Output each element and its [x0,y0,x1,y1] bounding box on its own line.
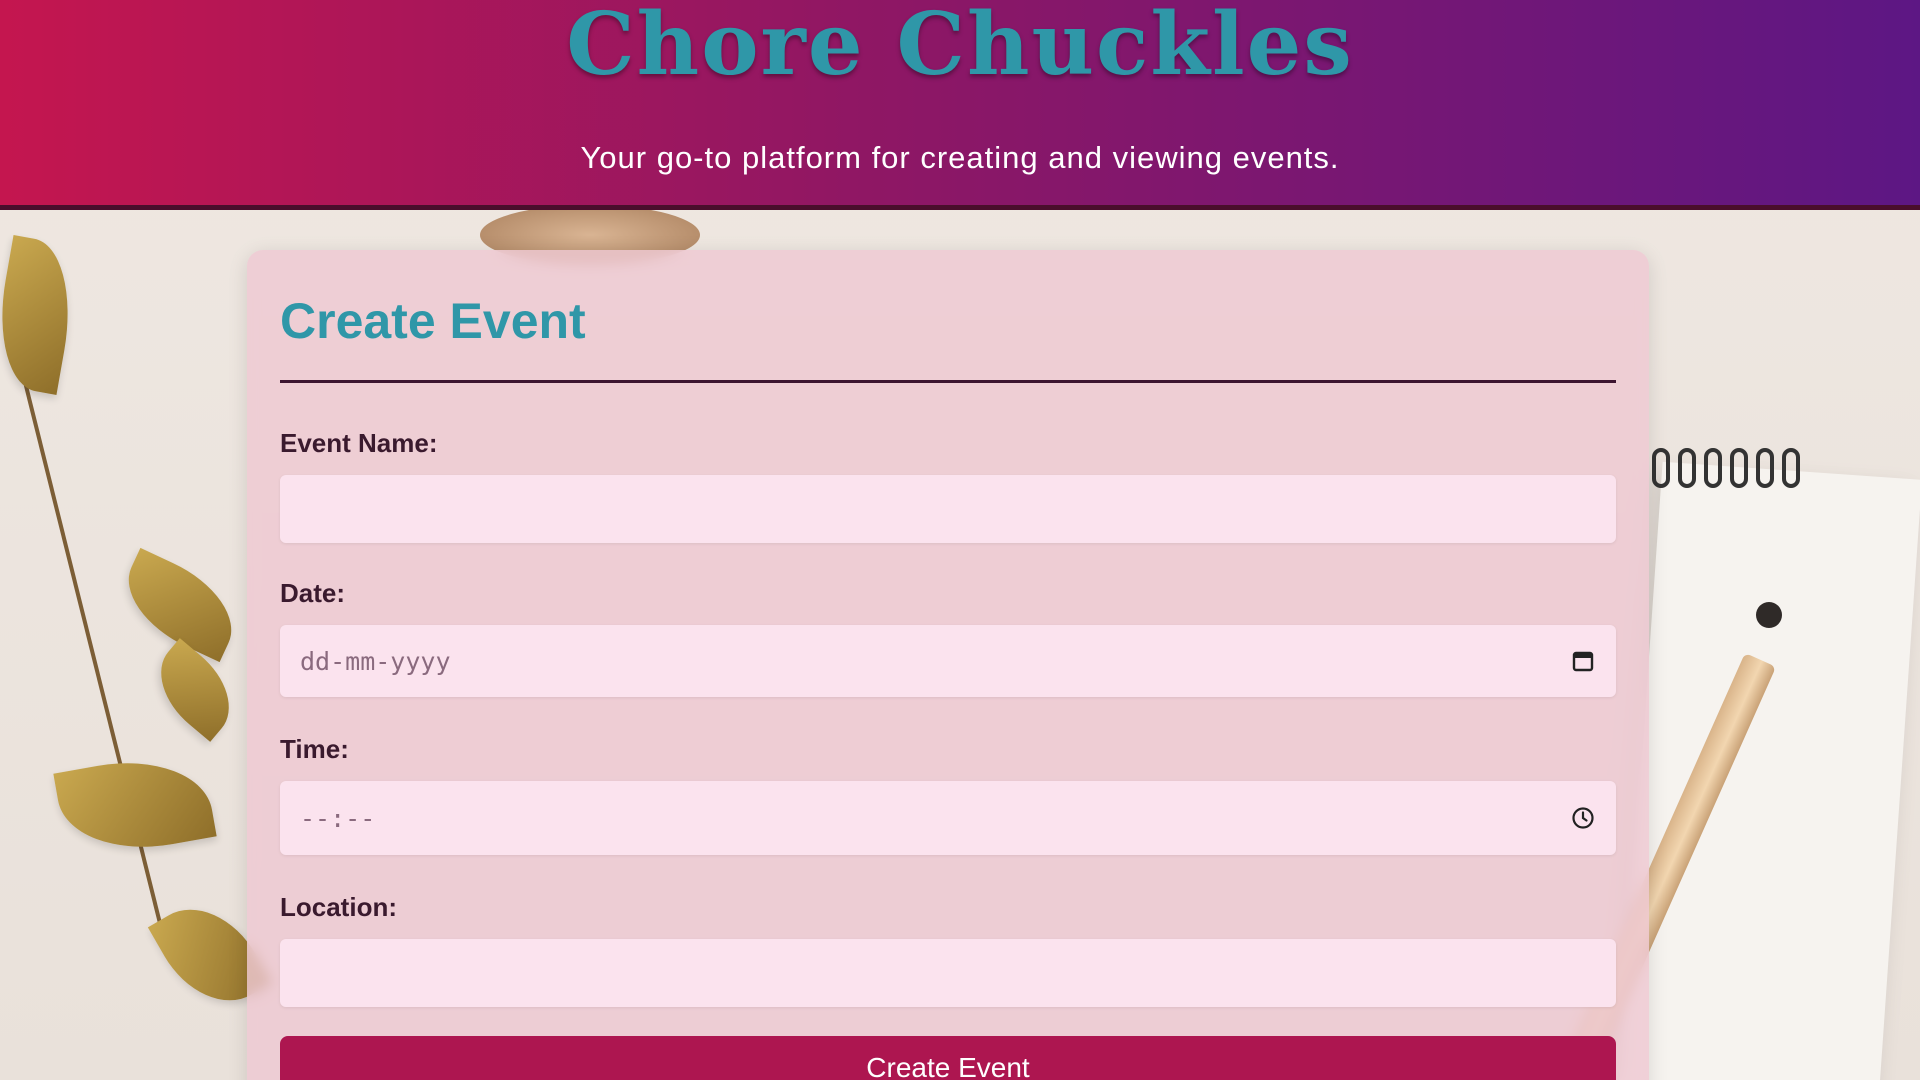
notebook-decoration [1617,461,1920,1080]
site-tagline: Your go-to platform for creating and vie… [580,140,1340,175]
event-name-label: Event Name: [280,428,438,458]
time-label: Time: [280,734,349,764]
leaf-decoration [53,747,217,863]
location-label: Location: [280,892,397,922]
site-title: Chore Chuckles [566,0,1354,95]
clock-icon[interactable] [1570,805,1596,831]
time-input[interactable]: --:-- [280,781,1616,855]
leaf-decoration [141,638,249,742]
title-divider [280,380,1616,383]
event-name-input[interactable] [280,475,1616,543]
notebook-spiral-decoration [1652,448,1852,488]
leaf-decoration [0,235,83,395]
location-input[interactable] [280,939,1616,1007]
pencil-eraser-decoration [1756,602,1782,628]
create-event-card: Create Event Event Name: Date: dd-mm-yyy… [247,250,1649,1080]
site-header: Chore Chuckles Your go-to platform for c… [0,0,1920,210]
date-input[interactable]: dd-mm-yyyy [280,625,1616,697]
create-event-button[interactable]: Create Event [280,1036,1616,1080]
time-placeholder: --:-- [300,803,376,833]
form-title: Create Event [280,293,586,349]
date-placeholder: dd-mm-yyyy [300,646,451,676]
date-label: Date: [280,578,346,608]
calendar-icon[interactable] [1570,648,1596,674]
